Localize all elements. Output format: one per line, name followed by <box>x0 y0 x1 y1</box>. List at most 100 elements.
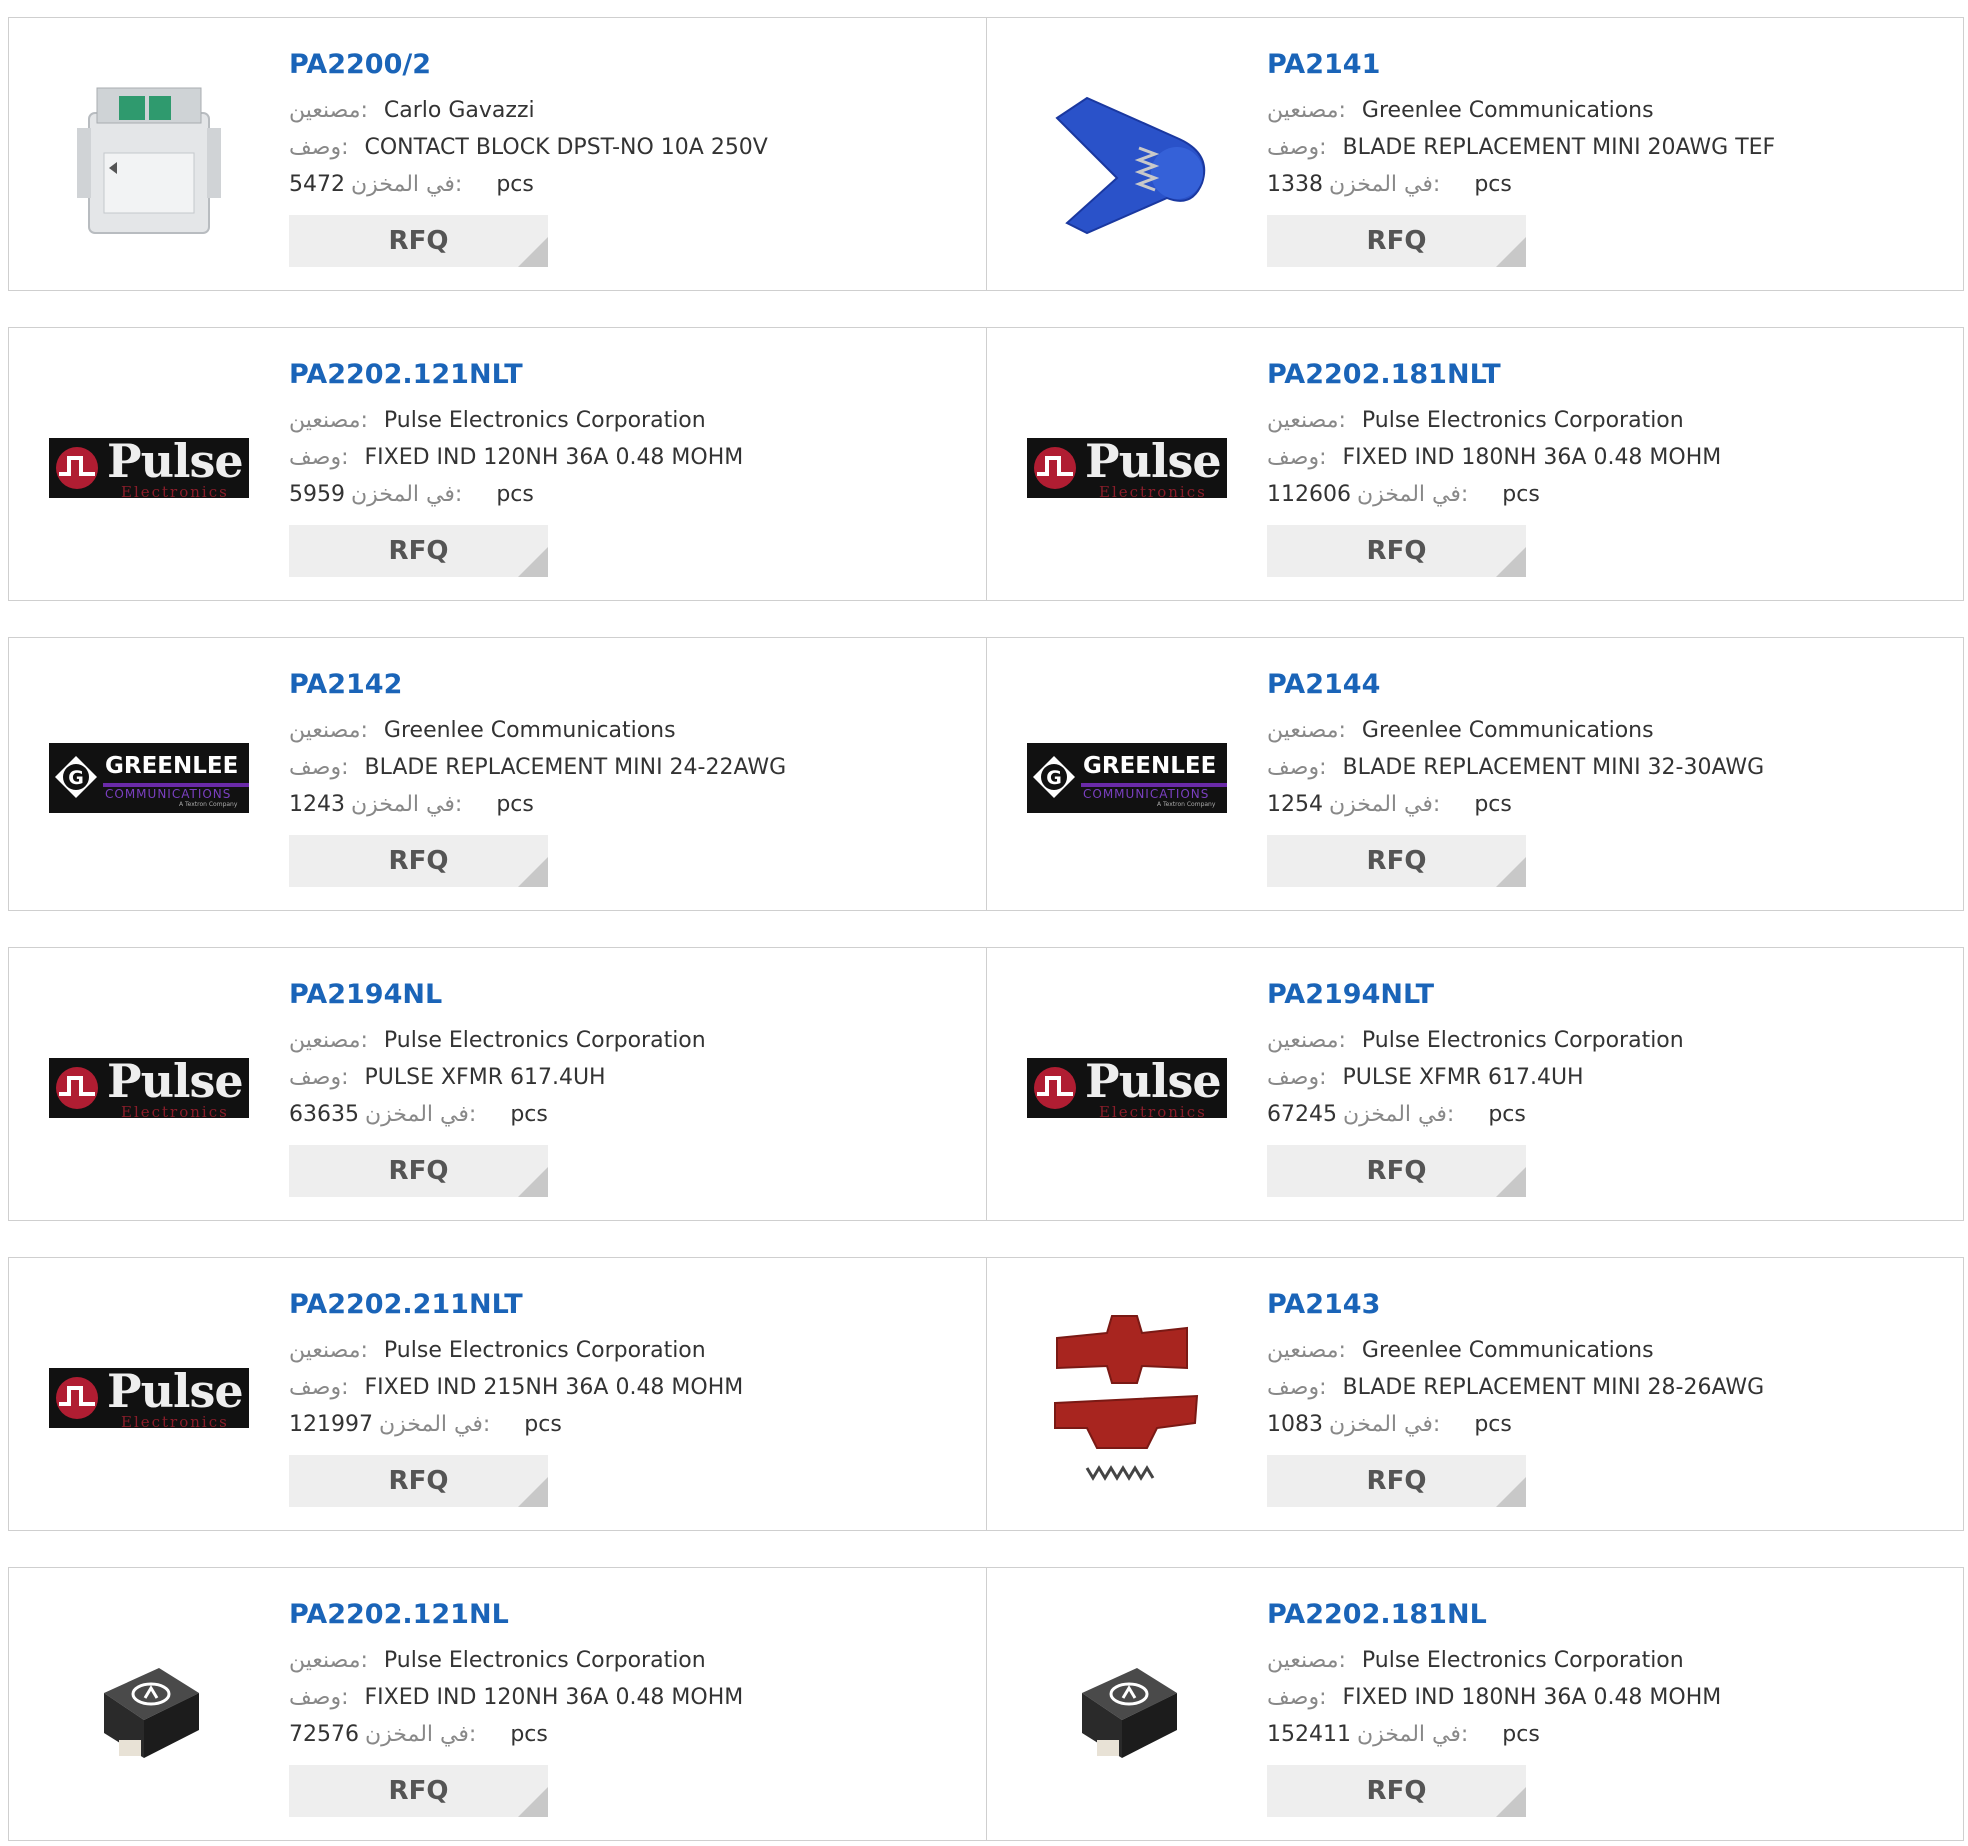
stock-value: 72576 <box>289 1722 359 1747</box>
rfq-corner-decoration <box>1496 1167 1526 1197</box>
product-row: PA2202.121NL مصنعين: Pulse Electronics Co… <box>8 1567 1964 1841</box>
product-image[interactable]: G GREENLEE COMMUNICATIONS A Textron Company <box>49 678 249 878</box>
product-row: Pulse Electronics PA2202.121NLT مصنعين: Pu… <box>8 327 1964 601</box>
rfq-button[interactable]: RFQ <box>289 1145 548 1197</box>
description-value: FIXED IND 120NH 36A 0.48 MOHM <box>364 445 744 470</box>
product-image[interactable]: Pulse Electronics <box>49 1298 249 1498</box>
part-number-link[interactable]: PA2202.181NL <box>1267 1598 1943 1632</box>
rfq-button[interactable]: RFQ <box>289 1455 548 1507</box>
rfq-button[interactable]: RFQ <box>1267 525 1526 577</box>
rfq-label: RFQ <box>388 1776 449 1806</box>
stock-line: 1083 في المخزن: pcs <box>1267 1406 1943 1443</box>
stock-value: 152411 <box>1267 1722 1351 1747</box>
rfq-button[interactable]: RFQ <box>289 525 548 577</box>
product-image[interactable]: Pulse Electronics <box>1027 368 1227 568</box>
manufacturer-value: Greenlee Communications <box>383 718 676 743</box>
stock-unit: pcs <box>496 482 534 507</box>
part-number-link[interactable]: PA2144 <box>1267 668 1943 702</box>
manufacturer-line: مصنعين: Pulse Electronics Corporation <box>289 1022 966 1059</box>
product-info: PA2202.181NL مصنعين: Pulse Electronics Co… <box>1267 1598 1943 1817</box>
product-image[interactable]: Pulse Electronics <box>49 368 249 568</box>
description-value: FIXED IND 180NH 36A 0.48 MOHM <box>1342 445 1722 470</box>
product-image[interactable] <box>1027 58 1227 258</box>
part-number-link[interactable]: PA2202.211NLT <box>289 1288 966 1322</box>
rfq-button[interactable]: RFQ <box>1267 835 1526 887</box>
part-number-link[interactable]: PA2202.121NL <box>289 1598 966 1632</box>
description-line: وصف: CONTACT BLOCK DPST-NO 10A 250V <box>289 129 966 166</box>
stock-line: 1338 في المخزن: pcs <box>1267 166 1943 203</box>
rfq-button[interactable]: RFQ <box>289 835 548 887</box>
part-number-link[interactable]: PA2143 <box>1267 1288 1943 1322</box>
description-label: وصف: <box>289 135 349 160</box>
manufacturer-label: مصنعين: <box>1267 1648 1346 1673</box>
manufacturer-value: Pulse Electronics Corporation <box>383 1648 706 1673</box>
rfq-button[interactable]: RFQ <box>1267 1145 1526 1197</box>
description-line: وصف: BLADE REPLACEMENT MINI 24-22AWG <box>289 749 966 786</box>
stock-value: 1254 <box>1267 792 1323 817</box>
rfq-corner-decoration <box>518 1167 548 1197</box>
description-label: وصف: <box>1267 135 1327 160</box>
description-line: وصف: BLADE REPLACEMENT MINI 28-26AWG <box>1267 1369 1943 1406</box>
part-number-link[interactable]: PA2141 <box>1267 48 1943 82</box>
svg-text:G: G <box>1046 767 1062 789</box>
stock-label: في المخزن: <box>1356 482 1469 507</box>
part-number-link[interactable]: PA2142 <box>289 668 966 702</box>
manufacturer-line: مصنعين: Carlo Gavazzi <box>289 92 966 129</box>
stock-label: في المخزن: <box>351 792 463 817</box>
stock-label: في المخزن: <box>351 172 463 197</box>
manufacturer-label: مصنعين: <box>289 408 368 433</box>
stock-label: في المخزن: <box>1343 1102 1455 1127</box>
rfq-corner-decoration <box>1496 857 1526 887</box>
stock-value: 121997 <box>289 1412 373 1437</box>
stock-unit: pcs <box>510 1102 548 1127</box>
rfq-corner-decoration <box>518 237 548 267</box>
part-number-link[interactable]: PA2202.181NLT <box>1267 358 1943 392</box>
rfq-button[interactable]: RFQ <box>289 215 548 267</box>
stock-label: في المخزن: <box>1329 1412 1441 1437</box>
product-row: Pulse Electronics PA2202.211NLT مصنعين: Pu… <box>8 1257 1964 1531</box>
product-card: PA2202.121NL مصنعين: Pulse Electronics Co… <box>9 1568 986 1840</box>
stock-line: 1254 في المخزن: pcs <box>1267 786 1943 823</box>
manufacturer-label: مصنعين: <box>1267 408 1346 433</box>
description-label: وصف: <box>289 1685 349 1710</box>
product-row: G GREENLEE COMMUNICATIONS A Textron Company… <box>8 637 1964 911</box>
product-image[interactable] <box>49 58 249 258</box>
description-line: وصف: FIXED IND 180NH 36A 0.48 MOHM <box>1267 1679 1943 1716</box>
part-number-link[interactable]: PA2194NLT <box>1267 978 1943 1012</box>
description-value: FIXED IND 180NH 36A 0.48 MOHM <box>1342 1685 1722 1710</box>
product-image[interactable] <box>1027 1608 1227 1808</box>
rfq-corner-decoration <box>518 547 548 577</box>
svg-text:G: G <box>68 767 84 789</box>
stock-unit: pcs <box>510 1722 548 1747</box>
description-label: وصف: <box>289 1375 349 1400</box>
rfq-button[interactable]: RFQ <box>289 1765 548 1817</box>
product-image[interactable] <box>49 1608 249 1808</box>
product-info: PA2194NLT مصنعين: Pulse Electronics Corpo… <box>1267 978 1943 1197</box>
description-label: وصف: <box>1267 1685 1327 1710</box>
product-image[interactable] <box>1027 1298 1227 1498</box>
description-line: وصف: PULSE XFMR 617.4UH <box>1267 1059 1943 1096</box>
rfq-corner-decoration <box>518 1787 548 1817</box>
product-row: Pulse Electronics PA2194NL مصنعين: Pulse E… <box>8 947 1964 1221</box>
rfq-button[interactable]: RFQ <box>1267 1455 1526 1507</box>
product-image[interactable]: G GREENLEE COMMUNICATIONS A Textron Company <box>1027 678 1227 878</box>
manufacturer-label: مصنعين: <box>289 1648 368 1673</box>
product-grid: PA2200/2 مصنعين: Carlo Gavazzi وصف: CONTAC… <box>8 17 1964 1841</box>
part-number-link[interactable]: PA2194NL <box>289 978 966 1012</box>
manufacturer-label: مصنعين: <box>1267 98 1346 123</box>
rfq-label: RFQ <box>1366 1466 1427 1496</box>
rfq-label: RFQ <box>1366 1156 1427 1186</box>
stock-unit: pcs <box>1502 1722 1540 1747</box>
product-image[interactable]: Pulse Electronics <box>1027 988 1227 1188</box>
stock-label: في المخزن: <box>378 1412 491 1437</box>
product-image[interactable]: Pulse Electronics <box>49 988 249 1188</box>
manufacturer-line: مصنعين: Greenlee Communications <box>1267 92 1943 129</box>
rfq-button[interactable]: RFQ <box>1267 215 1526 267</box>
manufacturer-line: مصنعين: Pulse Electronics Corporation <box>1267 402 1943 439</box>
part-number-link[interactable]: PA2202.121NLT <box>289 358 966 392</box>
rfq-button[interactable]: RFQ <box>1267 1765 1526 1817</box>
stock-unit: pcs <box>524 1412 562 1437</box>
part-number-link[interactable]: PA2200/2 <box>289 48 966 82</box>
product-card: PA2141 مصنعين: Greenlee Communications وص… <box>986 18 1963 290</box>
stock-value: 63635 <box>289 1102 359 1127</box>
